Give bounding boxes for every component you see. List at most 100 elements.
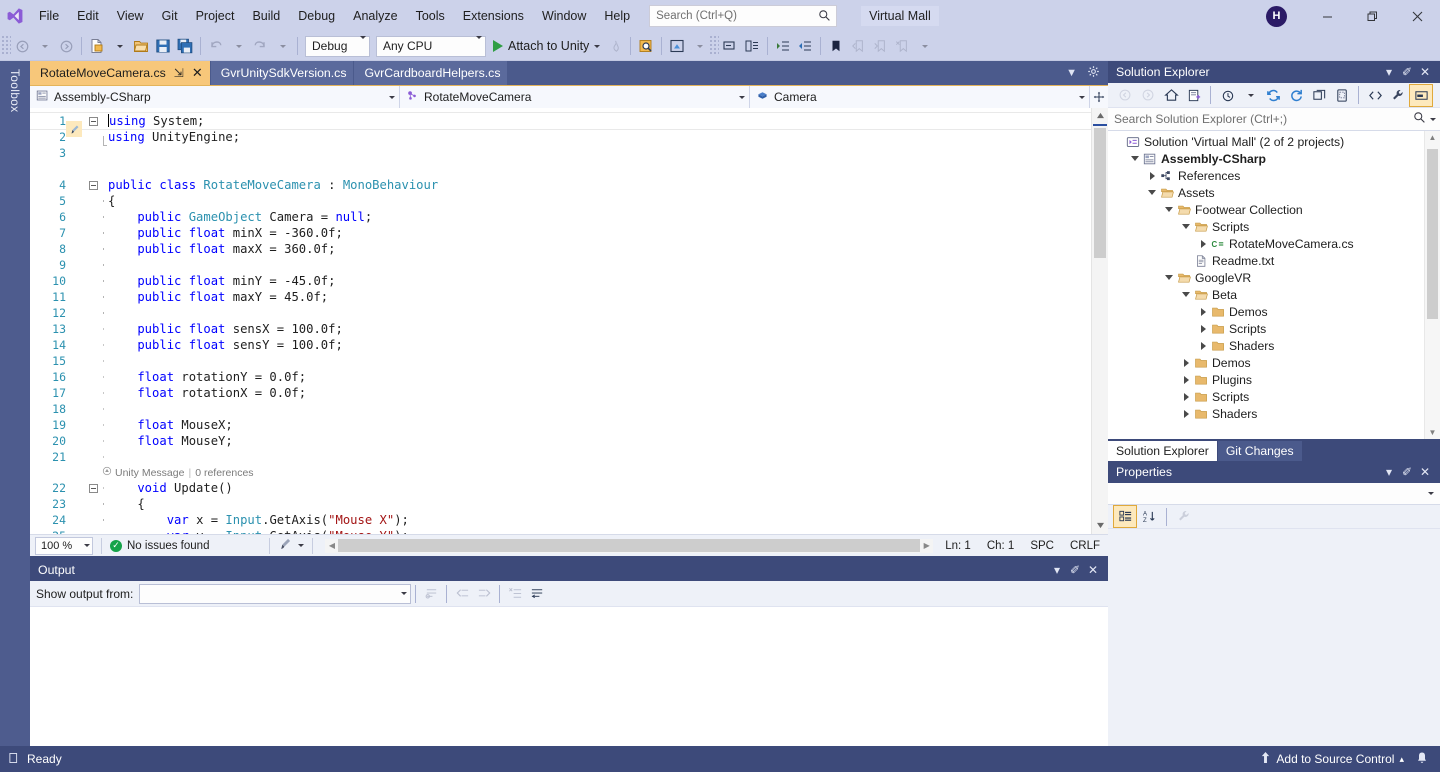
property-pages-icon[interactable] <box>1173 506 1195 527</box>
expand-triangle-icon[interactable] <box>1197 341 1209 350</box>
show-all-files-icon[interactable] <box>1331 85 1353 106</box>
menu-debug[interactable]: Debug <box>289 4 344 28</box>
menu-build[interactable]: Build <box>243 4 289 28</box>
next-bookmark-icon[interactable] <box>869 35 891 57</box>
add-to-source-control-button[interactable]: Add to Source Control ▴ <box>1254 751 1410 767</box>
chevron-down-icon[interactable]: ▾ <box>1048 563 1066 577</box>
scroll-left-icon[interactable]: ◀ <box>325 541 338 550</box>
chevron-up-icon[interactable]: ▴ <box>1399 754 1404 765</box>
undo-icon[interactable] <box>205 35 227 57</box>
attach-to-unity-button[interactable]: Attach to Unity <box>489 35 604 57</box>
tree-item[interactable]: GoogleVR <box>1108 269 1440 286</box>
tree-item[interactable]: Demos <box>1108 303 1440 320</box>
home-icon[interactable] <box>1160 85 1182 106</box>
issues-indicator[interactable]: ✓ No issues found <box>110 539 209 552</box>
expand-triangle-icon[interactable] <box>1197 324 1209 333</box>
indentation-indicator[interactable]: SPC <box>1022 540 1062 552</box>
alphabetical-icon[interactable]: A Z <box>1138 506 1160 527</box>
navigate-forward-icon[interactable] <box>55 35 77 57</box>
chevron-down-icon[interactable]: ▾ <box>1380 65 1398 79</box>
close-icon[interactable]: ✕ <box>1084 563 1102 577</box>
solution-explorer-search-input[interactable]: Search Solution Explorer (Ctrl+;) <box>1108 108 1440 131</box>
code-line[interactable]: 4 public class RotateMoveCamera : MonoBeh… <box>30 177 1091 193</box>
avatar[interactable]: H <box>1266 5 1287 27</box>
new-file-dropdown-icon[interactable] <box>108 35 130 57</box>
close-icon[interactable]: ✕ <box>192 65 203 81</box>
close-icon[interactable]: ✕ <box>1416 465 1434 479</box>
search-icon[interactable] <box>1413 111 1426 127</box>
code-line[interactable]: 20 float MouseY; <box>30 433 1091 449</box>
fold-collapse-icon[interactable] <box>86 483 100 493</box>
code-line[interactable]: 1 using System; <box>30 112 1091 137</box>
collapse-triangle-icon[interactable] <box>1163 207 1175 212</box>
code-line[interactable]: 3 <box>30 145 1091 161</box>
navbar-project-combo[interactable]: Assembly-CSharp <box>30 86 400 108</box>
toolbar-overflow-icon[interactable] <box>913 35 935 57</box>
close-icon[interactable]: ✕ <box>1416 65 1434 79</box>
uncomment-icon[interactable] <box>741 35 763 57</box>
code-line[interactable]: 8 public float maxX = 360.0f; <box>30 241 1091 257</box>
codelens-annotation[interactable]: Unity Message | 0 references <box>30 465 1091 480</box>
line-ending-indicator[interactable]: CRLF <box>1062 540 1108 552</box>
tree-item[interactable]: Scripts <box>1108 218 1440 235</box>
code-line[interactable]: 11 public float maxY = 45.0f; <box>30 289 1091 305</box>
code-line[interactable]: 5{ <box>30 193 1091 209</box>
tree-item[interactable]: Solution 'Virtual Mall' (2 of 2 projects… <box>1108 133 1440 150</box>
expand-triangle-icon[interactable] <box>1180 409 1192 418</box>
hot-reload-icon[interactable] <box>604 35 626 57</box>
menu-tools[interactable]: Tools <box>407 4 454 28</box>
redo-icon[interactable] <box>249 35 271 57</box>
menu-analyze[interactable]: Analyze <box>344 4 406 28</box>
scroll-right-icon[interactable]: ▶ <box>920 541 933 550</box>
pin-icon[interactable]: ✐ <box>1398 465 1416 479</box>
bookmark-icon[interactable] <box>825 35 847 57</box>
open-file-icon[interactable] <box>130 35 152 57</box>
code-line[interactable]: 2 using UnityEngine; <box>30 129 1091 146</box>
code-editor[interactable]: 1 using System; 2 using UnityEngine; 3 4 publi… <box>30 108 1091 534</box>
chevron-down-icon[interactable]: ▼ <box>1066 67 1077 79</box>
code-line[interactable]: 14 public float sensY = 100.0f; <box>30 337 1091 353</box>
expand-triangle-icon[interactable] <box>1180 375 1192 384</box>
go-to-next-icon[interactable] <box>473 583 495 605</box>
code-line[interactable]: 6 public GameObject Camera = null; <box>30 209 1091 225</box>
tree-item[interactable]: Assets <box>1108 184 1440 201</box>
collapse-all-icon[interactable] <box>1308 85 1330 106</box>
toolbar-grip[interactable] <box>710 36 720 56</box>
navbar-type-combo[interactable]: RotateMoveCamera <box>400 86 750 108</box>
comment-icon[interactable] <box>719 35 741 57</box>
chevron-down-icon[interactable] <box>1430 117 1436 121</box>
go-to-previous-icon[interactable] <box>451 583 473 605</box>
zoom-level-combo[interactable]: 100 % <box>35 536 93 555</box>
split-view-icon[interactable] <box>1090 86 1108 108</box>
sync-icon[interactable] <box>1262 85 1284 106</box>
increase-indent-icon[interactable] <box>772 35 794 57</box>
close-button[interactable] <box>1395 0 1440 32</box>
new-file-icon[interactable] <box>86 35 108 57</box>
toggle-word-wrap-icon[interactable] <box>526 583 548 605</box>
scroll-down-icon[interactable]: ▼ <box>1425 428 1440 437</box>
collapse-triangle-icon[interactable] <box>1180 224 1192 229</box>
preview-selected-icon[interactable] <box>1409 83 1433 107</box>
pending-changes-icon[interactable] <box>1183 85 1205 106</box>
clear-bookmark-icon[interactable] <box>891 35 913 57</box>
menu-file[interactable]: File <box>30 4 68 28</box>
code-line[interactable]: 9 <box>30 257 1091 273</box>
code-line[interactable]: 16 float rotationY = 0.0f; <box>30 369 1091 385</box>
collapse-triangle-icon[interactable] <box>1180 292 1192 297</box>
scroll-up-icon[interactable]: ▲ <box>1425 133 1440 142</box>
menu-view[interactable]: View <box>108 4 153 28</box>
tab-gvrcardboardhelpers[interactable]: GvrCardboardHelpers.cs <box>354 61 508 85</box>
navbar-member-combo[interactable]: Camera <box>750 86 1090 108</box>
toolbox-strip[interactable]: Toolbox <box>0 61 30 746</box>
tree-item[interactable]: Shaders <box>1108 337 1440 354</box>
tab-git-changes[interactable]: Git Changes <box>1217 441 1302 461</box>
preview-icon[interactable] <box>666 35 688 57</box>
navigate-back-dropdown-icon[interactable] <box>33 35 55 57</box>
toolbar-grip[interactable] <box>2 36 11 56</box>
code-line[interactable]: 24 var x = Input.GetAxis("Mouse X"); <box>30 512 1091 528</box>
preview-dropdown-icon[interactable] <box>688 35 710 57</box>
fold-collapse-icon[interactable] <box>86 116 100 126</box>
main-menu[interactable]: File Edit View Git Project Build Debug A… <box>30 0 639 32</box>
pin-icon[interactable]: ✐ <box>1398 65 1416 79</box>
solution-tree-scroll-thumb[interactable] <box>1427 149 1438 319</box>
